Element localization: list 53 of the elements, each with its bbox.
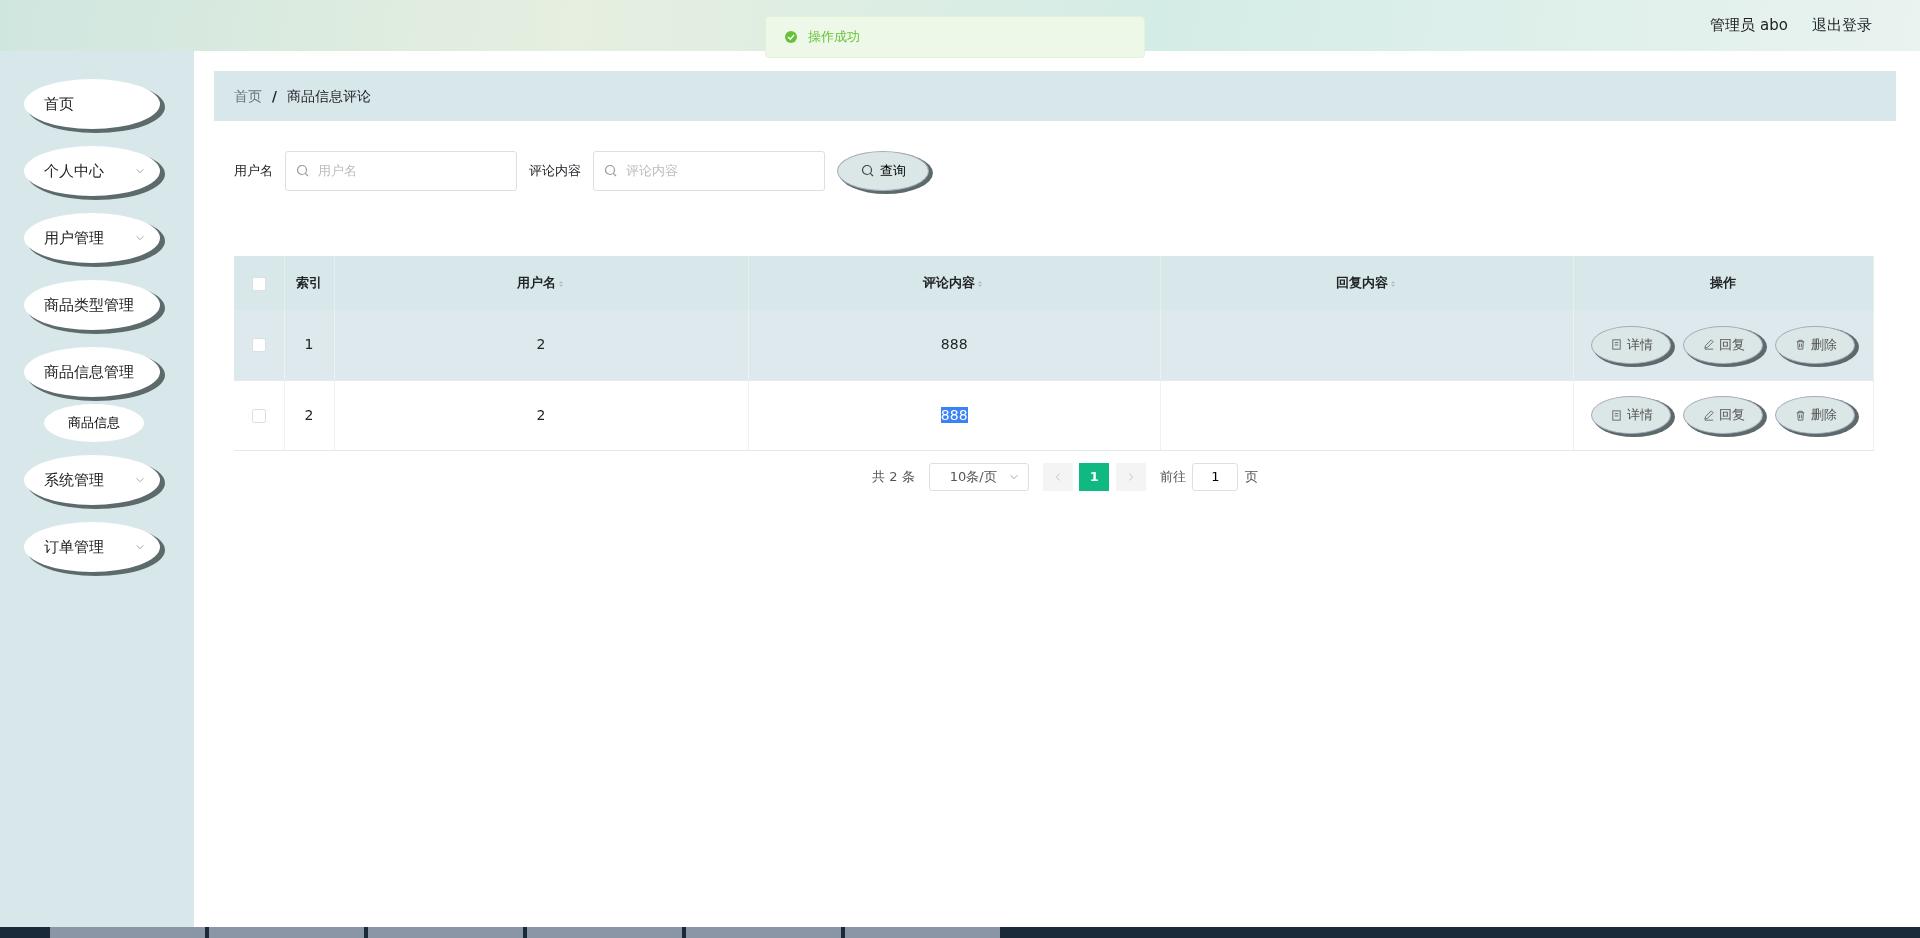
checkbox[interactable]: [251, 276, 266, 291]
taskbar-item[interactable]: [368, 927, 523, 938]
detail-button[interactable]: 详情: [1591, 325, 1672, 364]
search-field[interactable]: 用户名: [285, 151, 517, 191]
toast-message: 操作成功: [808, 28, 860, 47]
table-cell: 2: [304, 406, 314, 423]
breadcrumb-item: 商品信息评论: [286, 86, 371, 106]
reply-button[interactable]: 回复: [1683, 396, 1764, 434]
table-cell: 2: [536, 336, 546, 353]
sidebar-subitem[interactable]: 商品信息: [44, 404, 144, 442]
document-icon: [1609, 408, 1623, 422]
user-name: 管理员 abo: [1710, 15, 1788, 37]
prev-page-button[interactable]: [1042, 462, 1073, 491]
column-header[interactable]: 回复内容: [1335, 275, 1398, 291]
delete-button[interactable]: 删除: [1775, 325, 1856, 364]
goto-label: 前往: [1159, 467, 1186, 486]
search-field[interactable]: 评论内容: [593, 151, 825, 191]
column-header[interactable]: 索引: [296, 275, 322, 291]
page-size-select[interactable]: 10条/页: [928, 462, 1029, 491]
search-button[interactable]: 查询: [837, 151, 929, 191]
column-header[interactable]: 评论内容: [923, 275, 986, 291]
delete-button[interactable]: 删除: [1775, 396, 1856, 434]
checkbox[interactable]: [251, 338, 266, 353]
page-suffix: 页: [1244, 467, 1258, 486]
checkbox[interactable]: [251, 408, 266, 423]
breadcrumb-separator: /: [272, 86, 277, 106]
breadcrumb-item[interactable]: 首页: [234, 85, 262, 107]
search-icon: [860, 164, 875, 178]
column-header[interactable]: 用户名: [516, 275, 566, 291]
taskbar-item[interactable]: [527, 927, 682, 938]
taskbar-item[interactable]: [50, 927, 205, 938]
document-icon: [1609, 338, 1623, 352]
table-cell: 888: [940, 336, 968, 353]
column-header[interactable]: 操作: [1710, 275, 1737, 291]
logout-link[interactable]: 退出登录: [1812, 14, 1872, 37]
reply-button[interactable]: 回复: [1683, 325, 1764, 364]
field-label: 用户名: [234, 162, 273, 181]
table-cell: 1: [304, 336, 314, 353]
pencil-icon: [1701, 408, 1715, 422]
table-cell: 888: [940, 406, 968, 423]
field-label: 评论内容: [529, 162, 581, 181]
check-circle-icon: [784, 30, 798, 44]
table-cell: 2: [536, 406, 546, 423]
taskbar-item[interactable]: [209, 927, 364, 938]
next-page-button[interactable]: [1115, 462, 1146, 491]
search-icon: [604, 164, 618, 178]
page-input[interactable]: 1: [1192, 462, 1239, 491]
taskbar-item[interactable]: [845, 927, 1000, 938]
search-icon: [296, 164, 310, 178]
pencil-icon: [1701, 338, 1715, 352]
total-count: 共 2 条: [872, 467, 915, 486]
detail-button[interactable]: 详情: [1591, 396, 1672, 434]
taskbar-item[interactable]: [686, 927, 841, 938]
